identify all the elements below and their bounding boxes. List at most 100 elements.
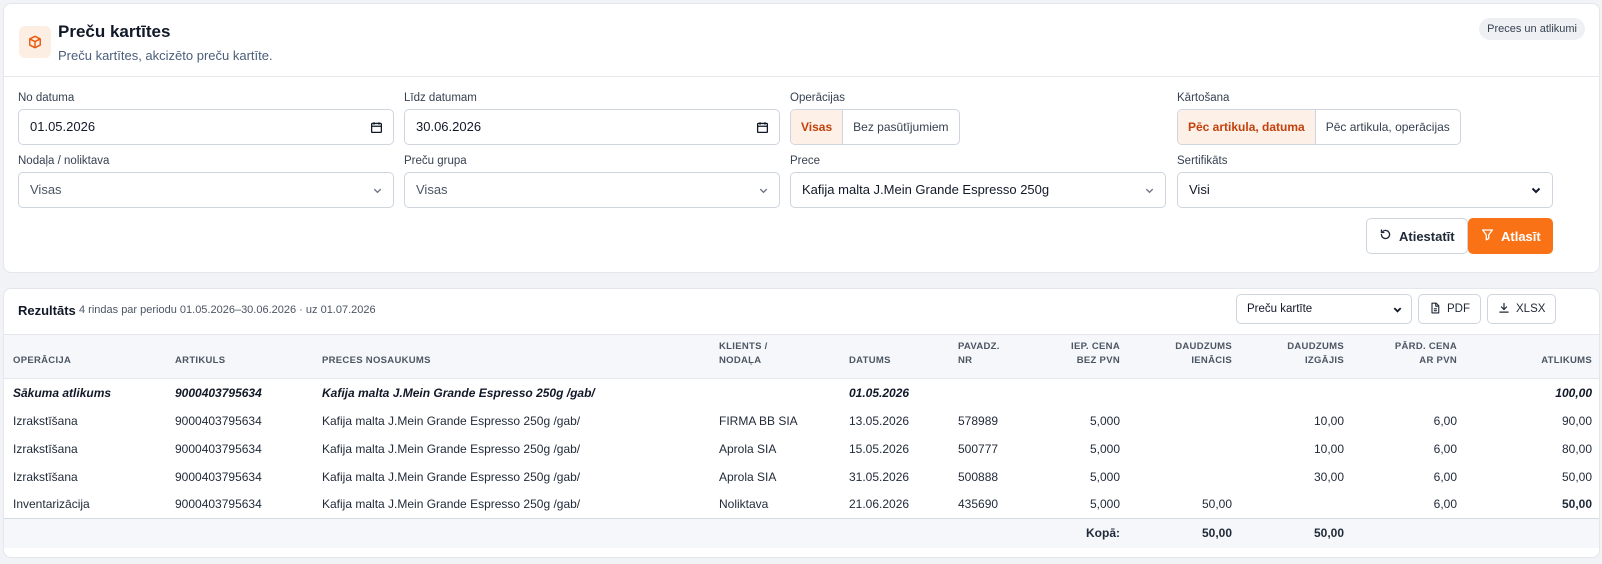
report-type-select[interactable]: Preču kartīte [1236, 294, 1412, 324]
pdf-export-button[interactable]: PDF [1418, 294, 1481, 324]
product-select[interactable]: Kafija malta J.Mein Grande Espresso 250g [790, 172, 1166, 208]
col-date[interactable]: Datums [840, 334, 949, 379]
sorting-option-article-operation[interactable]: Pēc artikula, operācijas [1314, 110, 1460, 144]
totals-row: Kopā: 50,00 50,00 [4, 518, 1599, 548]
department-select[interactable]: Visas [18, 172, 394, 208]
col-out[interactable]: Daudzums izgājis [1241, 334, 1353, 379]
cell-client [710, 379, 840, 407]
group-label: Preču grupa [404, 155, 467, 167]
cell-client: Aprola SIA [719, 441, 777, 456]
sorting-option-article-date[interactable]: Pēc artikula, datuma [1178, 110, 1315, 144]
cell-operation: Izrakstīšana [13, 413, 78, 428]
group-select[interactable]: Visas [404, 172, 780, 208]
document-icon [1429, 302, 1441, 317]
apply-label: Atlasīt [1501, 228, 1541, 244]
col-balance[interactable]: Atlikums [1466, 334, 1599, 379]
totals-label: Kopā: [1029, 518, 1129, 548]
cell-operation: Sākuma atlikums [13, 385, 112, 400]
table-row[interactable]: Izrakstīšana 9000403795634 Kafija malta … [4, 435, 1599, 463]
col-invoice[interactable]: Pavadz. Nr [949, 334, 1029, 379]
cell-in: 50,00 [1201, 497, 1232, 512]
cell-in [1129, 435, 1241, 463]
operations-toggle: Visas Bez pasūtījumiem [790, 109, 960, 145]
product-label: Prece [790, 155, 821, 167]
col-invoice-line1: Pavadz. [958, 341, 1000, 352]
cell-out: 10,00 [1313, 441, 1344, 456]
table-row[interactable]: Inventarizācija 9000403795634 Kafija mal… [4, 491, 1599, 519]
certificate-label: Sertifikāts [1177, 155, 1228, 167]
cell-article: 9000403795634 [175, 441, 262, 456]
filter-panel: Preču kartītes Preču kartītes, akcizēto … [3, 3, 1600, 273]
cell-invoice: 500777 [958, 441, 999, 456]
col-invoice-line2: Nr [958, 355, 973, 366]
cell-client: FIRMA BB SIA [719, 413, 798, 428]
chevron-down-icon [372, 173, 383, 207]
calendar-icon[interactable] [370, 110, 383, 144]
sorting-label: Kārtošana [1177, 92, 1230, 104]
col-cost-line2: bez PVN [1076, 355, 1120, 366]
cell-sale: 6,00 [1433, 469, 1457, 484]
reset-label: Atiestatīt [1399, 228, 1455, 244]
sorting-toggle: Pēc artikula, datuma Pēc artikula, operā… [1177, 109, 1461, 145]
xlsx-label: XLSX [1516, 303, 1546, 315]
date-from-label: No datuma [18, 92, 75, 104]
operations-option-all[interactable]: Visas [791, 110, 843, 144]
cell-invoice: 435690 [958, 497, 999, 512]
cell-article: 9000403795634 [175, 497, 262, 512]
chevron-down-icon [758, 173, 769, 207]
cell-balance: 90,00 [1561, 413, 1592, 428]
cell-name: Kafija malta J.Mein Grande Espresso 250g… [322, 497, 581, 512]
apply-button[interactable]: Atlasīt [1468, 218, 1553, 254]
col-cost[interactable]: Iep. cena bez PVN [1029, 334, 1129, 379]
cell-sale: 6,00 [1433, 413, 1457, 428]
cell-in [1129, 463, 1241, 491]
cell-out [1241, 379, 1353, 407]
pdf-label: PDF [1447, 303, 1470, 315]
col-client[interactable]: Klients / nodaļa [710, 334, 840, 379]
reset-button[interactable]: Atiestatīt [1366, 218, 1468, 254]
totals-out: 50,00 [1241, 518, 1353, 548]
cell-balance: 100,00 [1555, 385, 1592, 400]
col-sale[interactable]: Pārd. cena ar PVN [1353, 334, 1466, 379]
table-row[interactable]: Izrakstīšana 9000403795634 Kafija malta … [4, 407, 1599, 435]
cell-operation: Inventarizācija [13, 497, 90, 512]
results-meta: 4 rindas par periodu 01.05.2026–30.06.20… [79, 304, 376, 316]
download-icon [1498, 302, 1510, 317]
col-in[interactable]: Daudzums ienācis [1129, 334, 1241, 379]
cell-date: 15.05.2026 [849, 441, 910, 456]
results-table: Operācija Artikuls Preces nosaukums Klie… [4, 334, 1599, 548]
col-sale-line1: Pārd. cena [1394, 341, 1457, 352]
date-to-input[interactable]: 30.06.2026 [404, 109, 780, 145]
certificate-select[interactable]: Visi [1177, 172, 1553, 208]
chevron-down-icon [1530, 173, 1542, 207]
section-badge: Preces un atlikumi [1479, 18, 1585, 40]
cell-article: 9000403795634 [175, 469, 262, 484]
report-type-value: Preču kartīte [1247, 303, 1313, 315]
table-row[interactable]: Izrakstīšana 9000403795634 Kafija malta … [4, 463, 1599, 491]
totals-in: 50,00 [1129, 518, 1241, 548]
operations-label: Operācijas [790, 92, 845, 104]
col-article[interactable]: Artikuls [166, 334, 313, 379]
cell-cost: 5,000 [1089, 497, 1120, 512]
calendar-icon[interactable] [756, 110, 769, 144]
cell-out: 10,00 [1313, 413, 1344, 428]
cell-in [1129, 379, 1241, 407]
cell-balance: 80,00 [1561, 441, 1592, 456]
col-name[interactable]: Preces nosaukums [313, 334, 710, 379]
date-from-input[interactable]: 01.05.2026 [18, 109, 394, 145]
cell-cost: 5,000 [1089, 441, 1120, 456]
cell-date: 31.05.2026 [849, 469, 910, 484]
date-from-value: 01.05.2026 [30, 119, 96, 134]
col-operation[interactable]: Operācija [4, 334, 166, 379]
group-value: Visas [416, 182, 448, 197]
cell-date: 01.05.2026 [849, 385, 910, 400]
results-title: Rezultāts [18, 303, 76, 318]
cell-cost: 5,000 [1089, 469, 1120, 484]
filter-icon [1481, 228, 1494, 244]
operations-option-no-orders[interactable]: Bez pasūtījumiem [842, 110, 958, 144]
xlsx-export-button[interactable]: XLSX [1487, 294, 1557, 324]
reset-icon [1379, 228, 1392, 244]
page-subtitle: Preču kartītes, akcizēto preču kartīte. [58, 48, 273, 63]
cell-balance: 50,00 [1561, 497, 1592, 512]
page-header: Preču kartītes Preču kartītes, akcizēto … [4, 4, 1599, 77]
